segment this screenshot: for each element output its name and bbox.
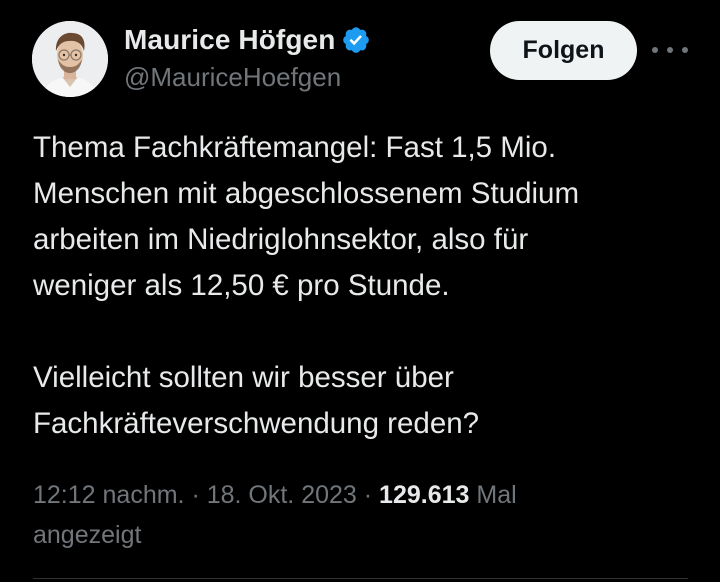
verified-badge-icon[interactable]: [341, 25, 371, 55]
meta-separator: ·: [184, 481, 207, 509]
tweet-text-paragraph-1: Thema Fachkräftemangel: Fast 1,5 Mio. Me…: [33, 131, 580, 302]
tweet-card: Maurice Höfgen @MauriceHoefgen Folgen Th…: [0, 0, 720, 582]
author-display-name[interactable]: Maurice Höfgen: [124, 24, 335, 56]
tweet-text-paragraph-2: Vielleicht sollten wir besser über Fachk…: [33, 361, 480, 440]
more-dot: [652, 47, 658, 53]
views-label-continued: angezeigt: [33, 521, 142, 549]
tweet-time-link[interactable]: 12:12 nachm. · 18. Okt. 2023: [33, 481, 357, 509]
name-row: Maurice Höfgen: [124, 22, 371, 58]
tweet-date: 18. Okt. 2023: [206, 481, 357, 509]
author-block: Maurice Höfgen @MauriceHoefgen: [124, 22, 371, 93]
more-dot: [682, 47, 688, 53]
author-handle[interactable]: @MauriceHoefgen: [124, 62, 371, 93]
divider: [33, 578, 688, 579]
follow-button[interactable]: Folgen: [490, 21, 637, 80]
views-count: 129.613: [379, 481, 470, 509]
avatar[interactable]: [32, 21, 108, 97]
tweet-time: 12:12 nachm.: [33, 481, 185, 509]
meta-separator: ·: [356, 481, 380, 509]
more-options-icon[interactable]: [652, 34, 688, 66]
tweet-meta: 12:12 nachm. · 18. Okt. 2023 · 129.613 M…: [33, 475, 633, 555]
more-dot: [667, 47, 673, 53]
avatar-image: [32, 21, 108, 97]
views-label: Mal: [469, 481, 517, 509]
